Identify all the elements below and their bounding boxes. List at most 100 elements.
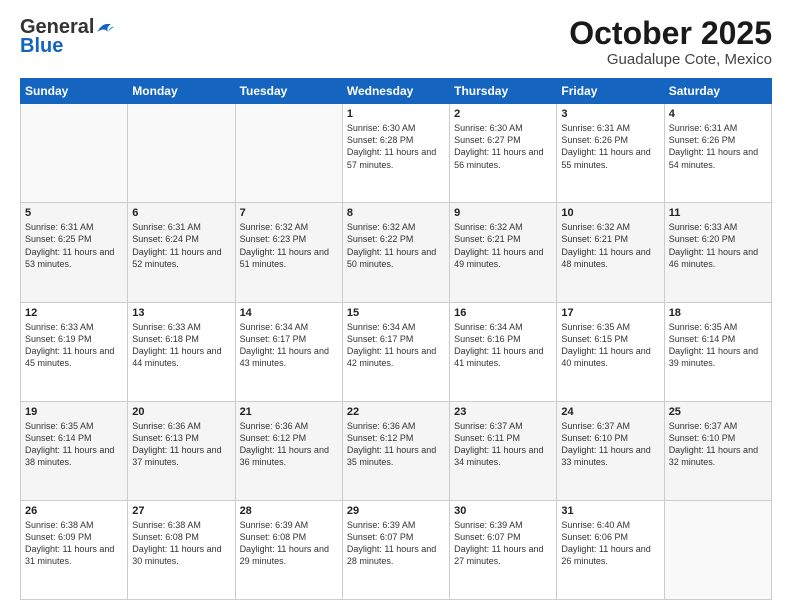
day-number: 3 (561, 108, 659, 120)
day-info: Sunrise: 6:31 AMSunset: 6:25 PMDaylight:… (25, 221, 123, 270)
table-row: 26 Sunrise: 6:38 AMSunset: 6:09 PMDayligh… (21, 500, 128, 599)
table-row: 21Sunrise: 6:36 AMSunset: 6:12 PMDayligh… (235, 401, 342, 500)
day-info: Sunrise: 6:32 AMSunset: 6:21 PMDaylight:… (454, 221, 552, 270)
day-number: 1 (347, 108, 445, 120)
day-number: 14 (240, 307, 338, 319)
day-number: 19 (25, 406, 123, 418)
calendar-week-row: 12 Sunrise: 6:33 AMSunset: 6:19 PMDayligh… (21, 302, 772, 401)
table-row (21, 104, 128, 203)
table-row: 18Sunrise: 6:35 AMSunset: 6:14 PMDayligh… (664, 302, 771, 401)
col-friday: Friday (557, 79, 664, 104)
col-wednesday: Wednesday (342, 79, 449, 104)
day-info: Sunrise: 6:32 AMSunset: 6:23 PMDaylight:… (240, 221, 338, 270)
calendar-week-row: 5 Sunrise: 6:31 AMSunset: 6:25 PMDaylight… (21, 203, 772, 302)
day-number: 22 (347, 406, 445, 418)
table-row: 13 Sunrise: 6:33 AMSunset: 6:18 PMDayligh… (128, 302, 235, 401)
day-number: 9 (454, 207, 552, 219)
day-number: 17 (561, 307, 659, 319)
day-number: 12 (25, 307, 123, 319)
table-row: 9 Sunrise: 6:32 AMSunset: 6:21 PMDaylight… (450, 203, 557, 302)
day-info: Sunrise: 6:33 AMSunset: 6:18 PMDaylight:… (132, 321, 230, 370)
table-row (128, 104, 235, 203)
day-number: 21 (240, 406, 338, 418)
calendar-week-row: 19Sunrise: 6:35 AMSunset: 6:14 PMDayligh… (21, 401, 772, 500)
table-row: 12 Sunrise: 6:33 AMSunset: 6:19 PMDayligh… (21, 302, 128, 401)
table-row: 30 Sunrise: 6:39 AMSunset: 6:07 PMDayligh… (450, 500, 557, 599)
col-saturday: Saturday (664, 79, 771, 104)
day-info: Sunrise: 6:37 AMSunset: 6:10 PMDaylight:… (561, 420, 659, 469)
table-row: 8 Sunrise: 6:32 AMSunset: 6:22 PMDaylight… (342, 203, 449, 302)
day-number: 8 (347, 207, 445, 219)
logo: General Blue (20, 16, 114, 58)
day-info: Sunrise: 6:39 AMSunset: 6:07 PMDaylight:… (454, 519, 552, 568)
col-sunday: Sunday (21, 79, 128, 104)
table-row: 11Sunrise: 6:33 AMSunset: 6:20 PMDayligh… (664, 203, 771, 302)
day-info: Sunrise: 6:37 AMSunset: 6:11 PMDaylight:… (454, 420, 552, 469)
day-number: 6 (132, 207, 230, 219)
table-row: 14 Sunrise: 6:34 AMSunset: 6:17 PMDayligh… (235, 302, 342, 401)
table-row: 28Sunrise: 6:39 AMSunset: 6:08 PMDayligh… (235, 500, 342, 599)
logo-blue-text: Blue (20, 35, 63, 58)
day-number: 26 (25, 505, 123, 517)
day-info: Sunrise: 6:33 AMSunset: 6:19 PMDaylight:… (25, 321, 123, 370)
table-row: 6 Sunrise: 6:31 AMSunset: 6:24 PMDaylight… (128, 203, 235, 302)
table-row: 15 Sunrise: 6:34 AMSunset: 6:17 PMDayligh… (342, 302, 449, 401)
day-info: Sunrise: 6:31 AMSunset: 6:26 PMDaylight:… (669, 122, 767, 171)
day-number: 7 (240, 207, 338, 219)
col-thursday: Thursday (450, 79, 557, 104)
day-info: Sunrise: 6:39 AMSunset: 6:07 PMDaylight:… (347, 519, 445, 568)
table-row: 20 Sunrise: 6:36 AMSunset: 6:13 PMDayligh… (128, 401, 235, 500)
day-info: Sunrise: 6:34 AMSunset: 6:17 PMDaylight:… (240, 321, 338, 370)
calendar-week-row: 26 Sunrise: 6:38 AMSunset: 6:09 PMDayligh… (21, 500, 772, 599)
table-row: 16 Sunrise: 6:34 AMSunset: 6:16 PMDayligh… (450, 302, 557, 401)
day-info: Sunrise: 6:40 AMSunset: 6:06 PMDaylight:… (561, 519, 659, 568)
day-number: 15 (347, 307, 445, 319)
table-row: 25 Sunrise: 6:37 AMSunset: 6:10 PMDayligh… (664, 401, 771, 500)
day-info: Sunrise: 6:36 AMSunset: 6:13 PMDaylight:… (132, 420, 230, 469)
day-number: 31 (561, 505, 659, 517)
day-info: Sunrise: 6:35 AMSunset: 6:15 PMDaylight:… (561, 321, 659, 370)
day-info: Sunrise: 6:37 AMSunset: 6:10 PMDaylight:… (669, 420, 767, 469)
table-row: 4 Sunrise: 6:31 AMSunset: 6:26 PMDaylight… (664, 104, 771, 203)
day-info: Sunrise: 6:38 AMSunset: 6:09 PMDaylight:… (25, 519, 123, 568)
day-number: 5 (25, 207, 123, 219)
calendar-week-row: 1 Sunrise: 6:30 AMSunset: 6:28 PMDaylight… (21, 104, 772, 203)
day-info: Sunrise: 6:31 AMSunset: 6:24 PMDaylight:… (132, 221, 230, 270)
day-number: 23 (454, 406, 552, 418)
table-row: 17 Sunrise: 6:35 AMSunset: 6:15 PMDayligh… (557, 302, 664, 401)
day-number: 13 (132, 307, 230, 319)
table-row: 3 Sunrise: 6:31 AMSunset: 6:26 PMDaylight… (557, 104, 664, 203)
table-row: 19Sunrise: 6:35 AMSunset: 6:14 PMDayligh… (21, 401, 128, 500)
day-number: 4 (669, 108, 767, 120)
day-number: 20 (132, 406, 230, 418)
day-number: 11 (669, 207, 767, 219)
day-info: Sunrise: 6:30 AMSunset: 6:28 PMDaylight:… (347, 122, 445, 171)
day-info: Sunrise: 6:31 AMSunset: 6:26 PMDaylight:… (561, 122, 659, 171)
table-row (664, 500, 771, 599)
day-number: 10 (561, 207, 659, 219)
table-row: 24 Sunrise: 6:37 AMSunset: 6:10 PMDayligh… (557, 401, 664, 500)
table-row: 1 Sunrise: 6:30 AMSunset: 6:28 PMDaylight… (342, 104, 449, 203)
col-monday: Monday (128, 79, 235, 104)
day-number: 30 (454, 505, 552, 517)
col-tuesday: Tuesday (235, 79, 342, 104)
title-section: October 2025 Guadalupe Cote, Mexico (569, 16, 772, 68)
calendar-page: General Blue October 2025 Guadalupe Cote… (0, 0, 792, 612)
page-subtitle: Guadalupe Cote, Mexico (569, 51, 772, 68)
calendar-header-row: Sunday Monday Tuesday Wednesday Thursday… (21, 79, 772, 104)
day-info: Sunrise: 6:35 AMSunset: 6:14 PMDaylight:… (669, 321, 767, 370)
day-number: 24 (561, 406, 659, 418)
day-info: Sunrise: 6:34 AMSunset: 6:16 PMDaylight:… (454, 321, 552, 370)
table-row: 23 Sunrise: 6:37 AMSunset: 6:11 PMDayligh… (450, 401, 557, 500)
table-row: 27Sunrise: 6:38 AMSunset: 6:08 PMDayligh… (128, 500, 235, 599)
logo-bird-icon (96, 21, 114, 35)
day-number: 2 (454, 108, 552, 120)
day-number: 25 (669, 406, 767, 418)
day-info: Sunrise: 6:32 AMSunset: 6:22 PMDaylight:… (347, 221, 445, 270)
day-number: 16 (454, 307, 552, 319)
table-row: 10Sunrise: 6:32 AMSunset: 6:21 PMDayligh… (557, 203, 664, 302)
day-info: Sunrise: 6:34 AMSunset: 6:17 PMDaylight:… (347, 321, 445, 370)
day-number: 29 (347, 505, 445, 517)
table-row: 2Sunrise: 6:30 AMSunset: 6:27 PMDaylight… (450, 104, 557, 203)
day-info: Sunrise: 6:39 AMSunset: 6:08 PMDaylight:… (240, 519, 338, 568)
